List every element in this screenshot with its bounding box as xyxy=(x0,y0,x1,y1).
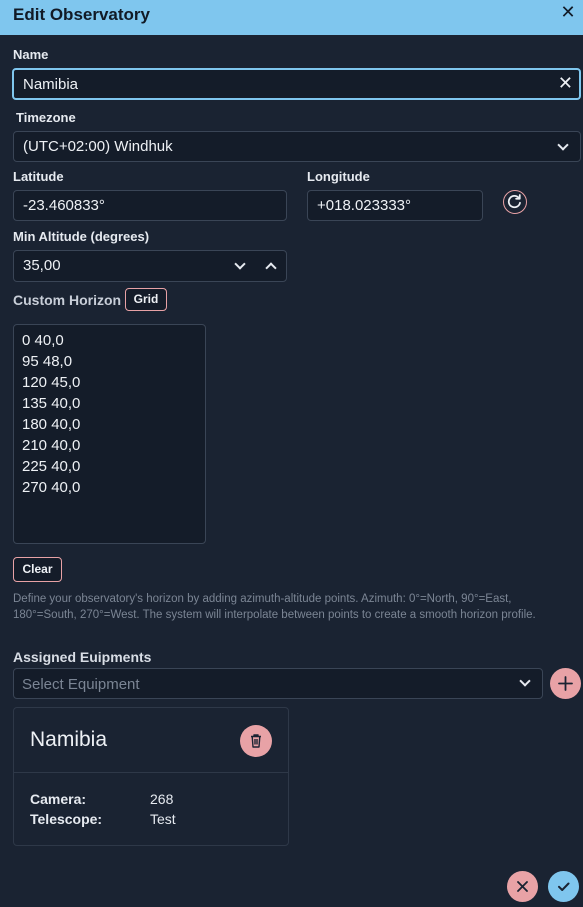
horizon-point-line: 210 40,0 xyxy=(22,437,81,454)
chevron-down-icon xyxy=(519,675,531,687)
horizon-point-line: 180 40,0 xyxy=(22,416,81,433)
latitude-input[interactable]: -23.460833° xyxy=(13,190,287,221)
horizon-points: 0 40,0 95 48,0 120 45,0 135 40,0 180 40,0 210… xyxy=(14,325,205,498)
add-equipment-button[interactable] xyxy=(550,668,581,699)
horizon-point-line: 95 48,0 xyxy=(22,353,73,370)
card-title: Namibia xyxy=(30,728,108,751)
clear-button[interactable]: Clear xyxy=(13,557,62,582)
delete-button[interactable] xyxy=(240,725,272,757)
increment-icon[interactable] xyxy=(265,262,277,274)
equipment-card: Namibia Camera: 268 Telescope: Test xyxy=(13,707,289,846)
refresh-icon xyxy=(507,194,521,209)
x-icon xyxy=(517,881,528,892)
confirm-button[interactable] xyxy=(548,871,579,902)
name-value: Namibia xyxy=(23,76,79,93)
horizon-point-line: 135 40,0 xyxy=(22,395,81,412)
close-icon[interactable]: ✕ xyxy=(559,1,577,23)
horizon-help-text: Define your observatory's horizon by add… xyxy=(13,593,536,621)
min-altitude-value: 35,00 xyxy=(23,257,61,274)
timezone-value: (UTC+02:00) Windhuk xyxy=(23,138,173,155)
min-altitude-stepper[interactable]: 35,00 xyxy=(13,250,287,282)
check-icon xyxy=(558,882,570,891)
refresh-button[interactable] xyxy=(503,190,527,214)
dialog-title: Edit Observatory xyxy=(13,5,150,24)
cancel-button[interactable] xyxy=(507,871,538,902)
horizon-point-line: 270 40,0 xyxy=(22,479,81,496)
grid-button[interactable]: Grid xyxy=(125,288,167,311)
timezone-label: Timezone xyxy=(16,110,76,125)
name-input[interactable]: Namibia ✕ xyxy=(12,68,581,100)
longitude-label: Longitude xyxy=(307,169,370,184)
timezone-select[interactable]: (UTC+02:00) Windhuk xyxy=(13,131,581,162)
telescope-value: Test xyxy=(150,811,176,827)
card-row-telescope: Telescope: Test xyxy=(30,811,176,827)
horizon-textarea[interactable]: 0 40,0 95 48,0 120 45,0 135 40,0 180 40,0 210… xyxy=(13,324,206,544)
card-row-camera: Camera: 268 xyxy=(30,791,173,807)
plus-icon xyxy=(558,676,573,691)
card-divider xyxy=(14,772,288,773)
min-altitude-label: Min Altitude (degrees) xyxy=(13,229,150,244)
decrement-icon[interactable] xyxy=(234,258,246,270)
equipment-placeholder: Select Equipment xyxy=(22,676,140,693)
trash-icon xyxy=(251,734,261,748)
equipment-title: Assigned Euipments xyxy=(13,649,152,665)
horizon-point-line: 0 40,0 xyxy=(22,332,64,349)
custom-horizon-label: Custom Horizon xyxy=(13,292,122,308)
latitude-label: Latitude xyxy=(13,169,64,184)
telescope-key: Telescope: xyxy=(30,811,103,827)
name-label: Name xyxy=(13,47,49,62)
camera-value: 268 xyxy=(150,791,174,807)
horizon-point-line: 225 40,0 xyxy=(22,458,81,475)
longitude-input[interactable]: +018.023333° xyxy=(307,190,483,221)
camera-key: Camera: xyxy=(30,791,87,807)
latitude-value: -23.460833° xyxy=(23,197,105,214)
longitude-value: +018.023333° xyxy=(317,197,412,214)
chevron-down-icon xyxy=(557,139,569,151)
dialog-header: Edit Observatory ✕ xyxy=(0,0,583,35)
horizon-point-line: 120 45,0 xyxy=(22,374,81,391)
clear-icon[interactable]: ✕ xyxy=(558,73,573,94)
equipment-select[interactable]: Select Equipment xyxy=(13,668,543,699)
